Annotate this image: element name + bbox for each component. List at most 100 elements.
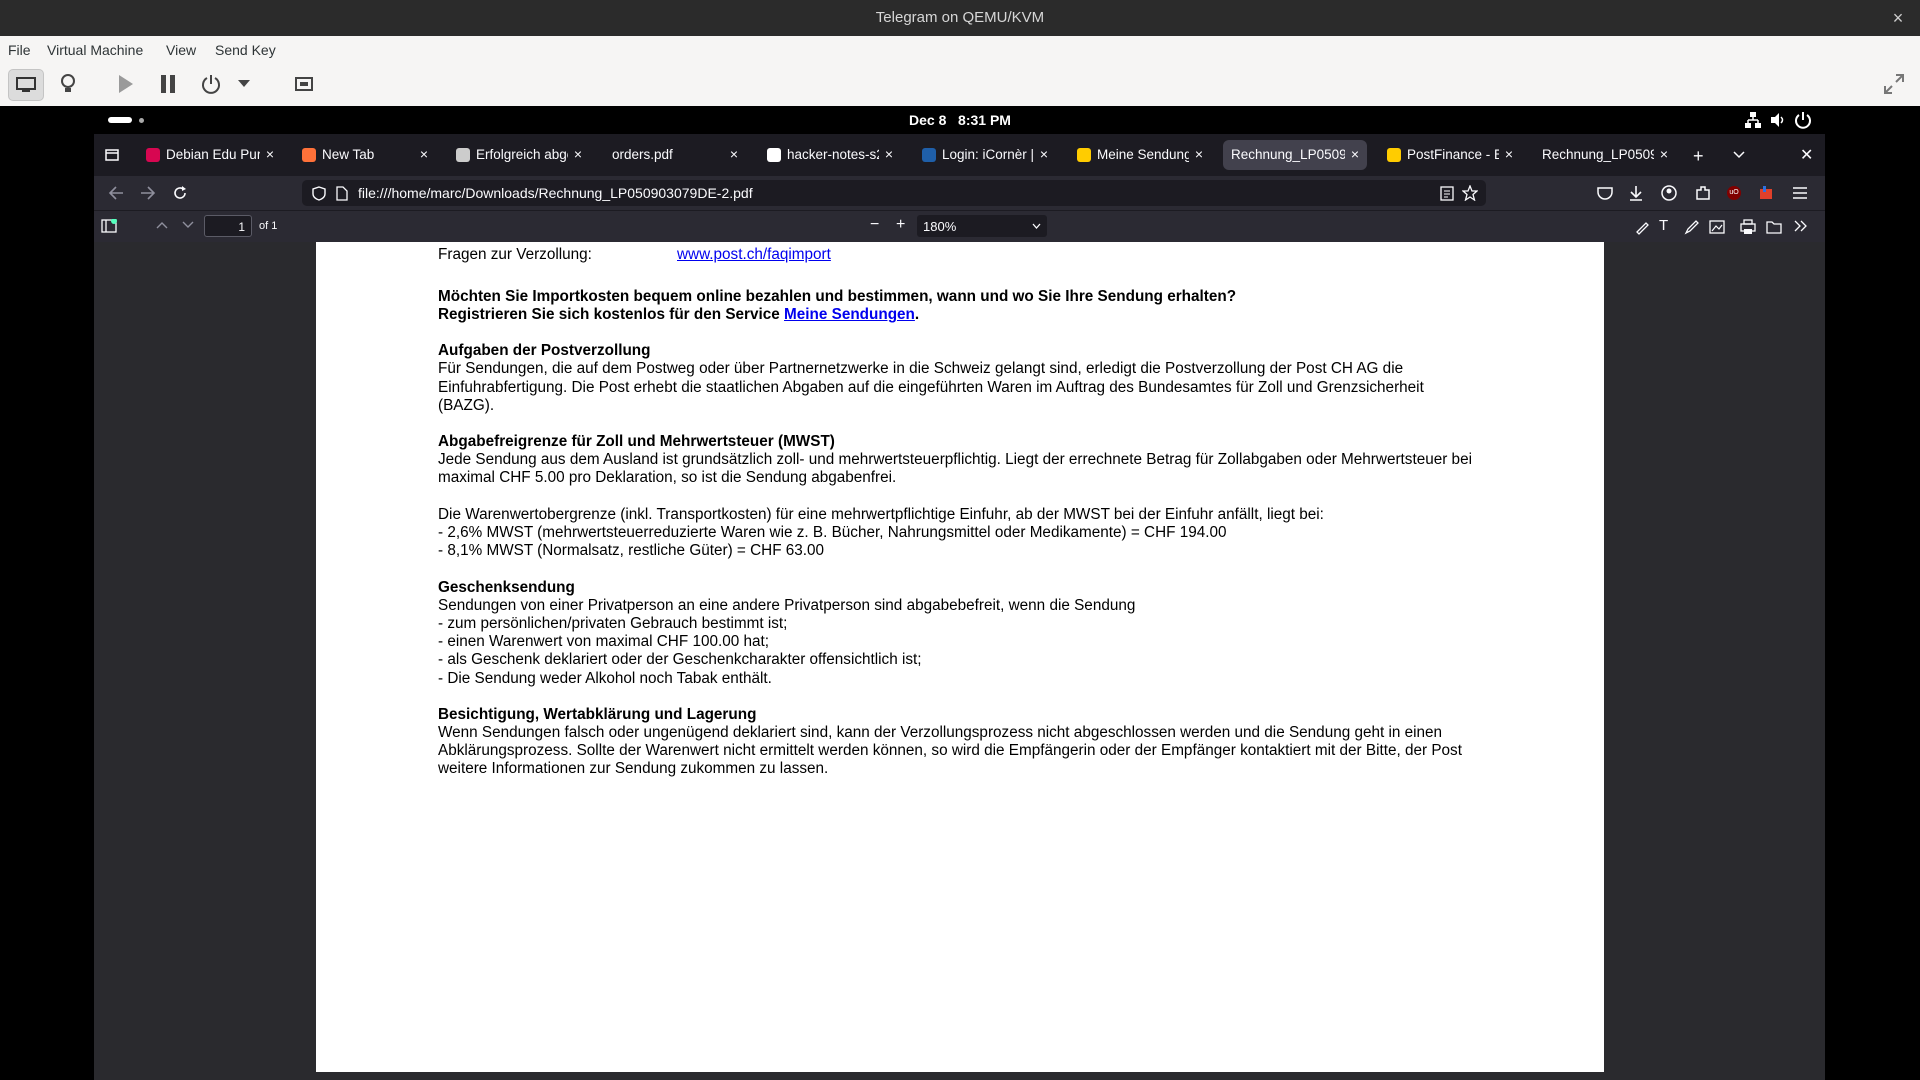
tab-close-icon[interactable]: × — [1656, 146, 1672, 162]
menu-send-key[interactable]: Send Key — [215, 42, 276, 58]
account-icon[interactable] — [1660, 184, 1678, 202]
tab-close-icon[interactable]: × — [1191, 146, 1207, 162]
tab-close-icon[interactable]: × — [1347, 146, 1363, 162]
browser-tab[interactable]: Meine Sendungen× — [1069, 140, 1211, 170]
zoom-out-icon[interactable]: − — [870, 216, 879, 234]
page-count: of 1 — [259, 220, 278, 232]
paragraph-line: Die Warenwertobergrenze (inkl. Transport… — [438, 506, 1324, 523]
browser-tab[interactable]: Debian Edu Pure × — [138, 140, 282, 170]
extensions-icon[interactable] — [1694, 184, 1712, 202]
tab-close-icon[interactable]: × — [726, 146, 742, 162]
close-window-icon[interactable]: ✕ — [1800, 145, 1813, 165]
console-view-button[interactable] — [8, 69, 44, 101]
meine-sendungen-link[interactable]: Meine Sendungen — [784, 306, 915, 323]
paragraph-line: (BAZG). — [438, 397, 495, 414]
heading-abgabefreigrenze: Abgabefreigrenze für Zoll und Mehrwertst… — [438, 433, 835, 450]
highlight-icon[interactable] — [1634, 219, 1650, 235]
paragraph-line: Für Sendungen, die auf dem Postweg oder … — [438, 360, 1404, 377]
power-icon[interactable] — [1794, 111, 1812, 129]
clock[interactable]: Dec 8 8:31 PM — [0, 112, 1920, 128]
lightbulb-icon — [61, 74, 75, 92]
url-bar[interactable]: file:///home/marc/Downloads/Rechnung_LP0… — [302, 180, 1486, 206]
more-tools-icon[interactable] — [1794, 220, 1808, 232]
tab-close-icon[interactable]: × — [570, 146, 586, 162]
tab-close-icon[interactable]: × — [1036, 146, 1052, 162]
browser-tab[interactable]: Rechnung_LP0509 × — [1223, 140, 1367, 170]
pdf-toolbar: 1 of 1 − + 180% T — [94, 210, 1825, 243]
tab-overview-icon[interactable] — [104, 146, 120, 166]
heading-besichtigung: Besichtigung, Wertabklärung und Lagerung — [438, 706, 757, 723]
ublock-icon[interactable]: uO — [1727, 186, 1741, 200]
reload-icon[interactable] — [172, 185, 188, 201]
tab-label: Debian Edu Pure — [166, 147, 260, 162]
previous-page-icon[interactable] — [156, 221, 168, 229]
paragraph-line: Abklärungsprozess. Sollte der Warenwert … — [438, 742, 1462, 759]
tab-close-icon[interactable]: × — [881, 146, 897, 162]
heading-postverzollung: Aufgaben der Postverzollung — [438, 342, 651, 359]
sidebar-toggle-icon[interactable] — [101, 219, 117, 233]
print-icon[interactable] — [1740, 219, 1756, 235]
menu-virtual-machine[interactable]: Virtual Machine — [47, 42, 143, 58]
paragraph-line: - zum persönlichen/privaten Gebrauch bes… — [438, 615, 788, 632]
browser-tab[interactable]: orders.pdf × — [604, 140, 746, 170]
tab-favicon-icon — [456, 148, 470, 162]
network-icon[interactable] — [1744, 111, 1762, 129]
zoom-select[interactable]: 180% — [917, 215, 1047, 237]
promo-line-2: Registrieren Sie sich kostenlos für den … — [438, 306, 919, 324]
snapshots-button[interactable] — [289, 69, 321, 99]
shield-icon[interactable] — [312, 186, 326, 201]
close-icon[interactable]: × — [1888, 8, 1908, 28]
tab-close-icon[interactable]: × — [1501, 146, 1517, 162]
paragraph-line: Sendungen von einer Privatperson an eine… — [438, 597, 1136, 614]
chevron-down-icon — [1032, 223, 1041, 229]
window-title: Telegram on QEMU/KVM — [875, 9, 1045, 26]
tab-favicon-icon — [922, 148, 936, 162]
browser-tab[interactable]: Login: iCornèr | C× — [914, 140, 1056, 170]
bookmark-star-icon[interactable] — [1462, 185, 1478, 201]
run-button[interactable] — [109, 69, 141, 99]
url-text[interactable]: file:///home/marc/Downloads/Rechnung_LP0… — [358, 185, 753, 201]
extension-red-icon[interactable] — [1758, 184, 1774, 202]
tab-favicon-icon — [1387, 148, 1401, 162]
details-view-button[interactable] — [52, 69, 84, 99]
tab-label: New Tab — [322, 147, 375, 162]
list-all-tabs-icon[interactable] — [1733, 151, 1745, 159]
draw-icon[interactable] — [1684, 219, 1700, 235]
zoom-value: 180% — [923, 219, 957, 234]
pocket-icon[interactable] — [1596, 185, 1614, 201]
browser-tab[interactable]: Rechnung_LP0509 × — [1534, 140, 1676, 170]
fullscreen-button[interactable] — [1878, 69, 1910, 99]
new-tab-icon[interactable]: + — [1693, 146, 1704, 167]
paragraph-line: Einfuhrabfertigung. Die Post erhebt die … — [438, 379, 1424, 396]
tab-close-icon[interactable]: × — [416, 146, 432, 162]
image-tool-icon[interactable] — [1709, 219, 1725, 235]
paragraph-line: - 8,1% MWST (Normalsatz, restliche Güter… — [438, 542, 825, 559]
shutdown-button[interactable] — [195, 69, 227, 99]
browser-tab[interactable]: New Tab × — [294, 140, 436, 170]
paragraph-line: - Die Sendung weder Alkohol noch Tabak e… — [438, 670, 772, 687]
page-number-input[interactable]: 1 — [204, 215, 252, 237]
volume-icon[interactable] — [1769, 111, 1787, 129]
tab-label: orders.pdf — [612, 147, 673, 162]
browser-tab[interactable]: PostFinance - E-F× — [1379, 140, 1521, 170]
downloads-icon[interactable] — [1628, 184, 1644, 202]
paragraph-line: - als Geschenk deklariert oder der Gesch… — [438, 651, 922, 668]
menu-icon[interactable] — [1792, 186, 1808, 200]
back-icon[interactable] — [108, 186, 124, 200]
menu-file[interactable]: File — [8, 42, 31, 58]
forward-icon[interactable] — [140, 186, 156, 200]
next-page-icon[interactable] — [182, 221, 194, 229]
fullscreen-icon — [1884, 74, 1904, 94]
zoom-in-icon[interactable]: + — [896, 216, 905, 234]
browser-tab[interactable]: hacker-notes-s2 × — [759, 140, 901, 170]
reader-view-icon[interactable] — [1440, 186, 1454, 201]
text-tool-icon[interactable]: T — [1659, 217, 1668, 234]
menu-view[interactable]: View — [166, 42, 196, 58]
promo-end: . — [914, 306, 920, 323]
browser-tab[interactable]: Erfolgreich abge × — [448, 140, 590, 170]
save-icon[interactable] — [1766, 219, 1782, 235]
shutdown-menu-button[interactable] — [233, 69, 255, 99]
faq-import-link[interactable]: www.post.ch/faqimport — [677, 246, 831, 264]
tab-close-icon[interactable]: × — [262, 146, 278, 162]
pause-button[interactable] — [152, 69, 184, 99]
